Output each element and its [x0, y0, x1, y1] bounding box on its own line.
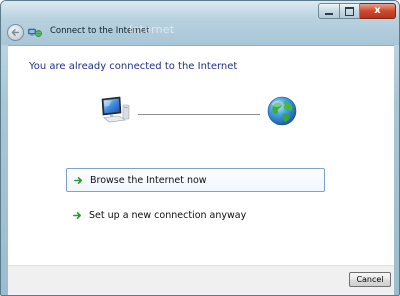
back-arrow-icon — [11, 29, 19, 36]
setup-new-connection-label: Set up a new connection anyway — [89, 209, 247, 221]
caption-buttons: x — [318, 3, 396, 19]
browse-internet-option[interactable]: Browse the Internet now — [66, 168, 325, 192]
network-icon — [28, 28, 42, 37]
title-glow-text: Internet — [129, 23, 175, 36]
minimize-button[interactable] — [318, 3, 340, 19]
connection-line — [138, 114, 260, 115]
browse-internet-label: Browse the Internet now — [90, 174, 207, 186]
title-bar[interactable]: x Connect to the Internet Internet — [1, 1, 399, 45]
connection-diagram — [98, 92, 303, 132]
maximize-icon — [345, 6, 354, 16]
minimize-icon — [325, 13, 333, 15]
setup-new-connection-option[interactable]: Set up a new connection anyway — [66, 204, 266, 226]
page-heading: You are already connected to the Interne… — [29, 61, 238, 72]
content-area: You are already connected to the Interne… — [8, 45, 394, 266]
close-button[interactable]: x — [360, 3, 396, 19]
computer-icon — [101, 96, 130, 123]
maximize-button[interactable] — [340, 3, 360, 19]
close-icon: x — [374, 5, 381, 16]
cancel-button[interactable]: Cancel — [349, 272, 391, 287]
footer-bar: Cancel — [8, 265, 394, 295]
green-arrow-icon — [73, 211, 82, 219]
globe-icon — [267, 96, 297, 126]
connect-to-internet-window: x Connect to the Internet Internet You a… — [0, 0, 400, 296]
green-arrow-icon — [74, 176, 83, 184]
back-button[interactable] — [7, 24, 24, 41]
